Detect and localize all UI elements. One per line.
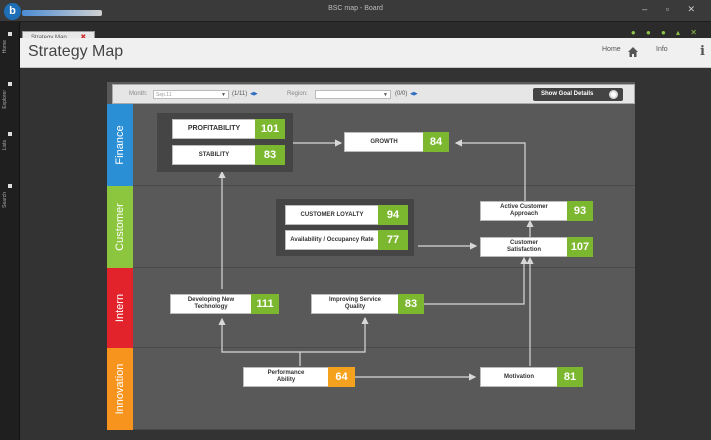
link-active-growth [454, 139, 526, 201]
objective-label: Developing New Technology [187, 297, 235, 310]
link-performance-developtech [218, 317, 301, 366]
objective-active-customer[interactable]: Active Customer Approach 93 [480, 201, 593, 221]
score-badge: 93 [567, 201, 593, 221]
objective-label: GROWTH [370, 138, 398, 145]
score-badge: 83 [398, 294, 424, 314]
objective-growth[interactable]: GROWTH 84 [344, 132, 449, 152]
objective-improving-service[interactable]: Improving Service Quality 83 [311, 294, 424, 314]
objective-developing-technology[interactable]: Developing New Technology 111 [170, 294, 279, 314]
score-badge: 84 [423, 132, 449, 152]
objective-profitability[interactable]: PROFITABILITY 101 [172, 119, 285, 139]
objective-label: Availability / Occupancy Rate [290, 236, 374, 243]
objective-label: Motivation [504, 373, 534, 380]
score-badge: 83 [255, 145, 285, 165]
score-badge: 111 [251, 294, 279, 314]
objective-customer-satisfaction[interactable]: Customer Satisfaction 107 [480, 237, 593, 257]
objective-label: Customer Satisfaction [506, 240, 541, 253]
score-badge: 101 [255, 119, 285, 139]
score-badge: 107 [567, 237, 593, 257]
objective-label: Performance Ability [267, 370, 305, 383]
objective-label: PROFITABILITY [187, 125, 241, 133]
score-badge: 64 [328, 367, 355, 387]
score-badge: 81 [557, 367, 583, 387]
link-service-satisfaction [424, 256, 528, 305]
objective-motivation[interactable]: Motivation 81 [480, 367, 583, 387]
objective-label: Active Customer Approach [500, 204, 548, 217]
objective-customer-loyalty[interactable]: CUSTOMER LOYALTY 94 [285, 205, 408, 225]
link-performance-service [300, 316, 369, 353]
objective-availability[interactable]: Availability / Occupancy Rate 77 [285, 230, 408, 250]
objective-label: STABILITY [198, 151, 230, 158]
objective-label: Improving Service Quality [328, 297, 382, 310]
objective-stability[interactable]: STABILITY 83 [172, 145, 285, 165]
objective-performance-ability[interactable]: Performance Ability 64 [243, 367, 355, 387]
score-badge: 94 [378, 205, 408, 225]
score-badge: 77 [378, 230, 408, 250]
objective-label: CUSTOMER LOYALTY [300, 211, 364, 218]
